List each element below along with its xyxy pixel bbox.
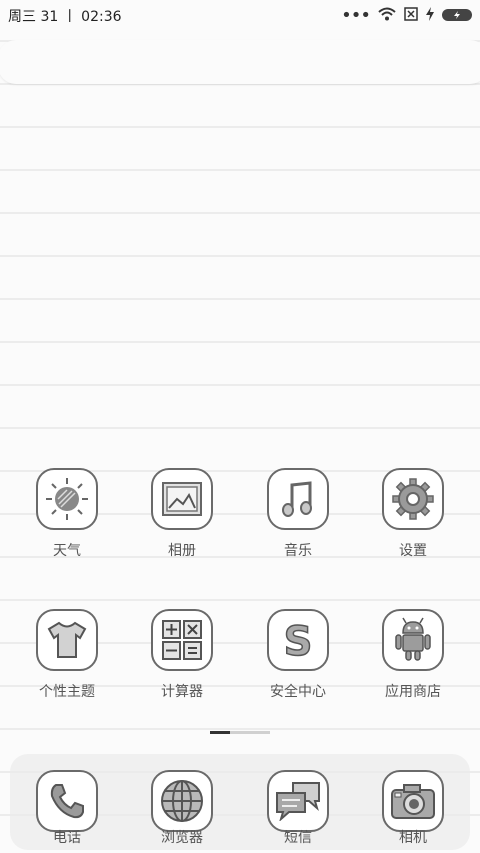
app-themes[interactable]: 个性主题	[17, 609, 117, 701]
app-label: 浏览器	[161, 830, 203, 846]
app-label: 设置	[399, 543, 427, 559]
gallery-photo-icon	[151, 468, 213, 530]
battery-icon	[442, 6, 472, 25]
app-label: 电话	[53, 830, 81, 846]
status-datetime: 周三 31 丨 02:36	[8, 9, 122, 25]
phone-handset-icon	[36, 770, 98, 832]
status-bar: 周三 31 丨 02:36 •••	[0, 0, 480, 30]
dock: 电话 浏览器 短信 相机	[10, 754, 470, 850]
app-label: 相册	[168, 543, 196, 559]
no-sim-icon	[404, 6, 418, 25]
app-label: 天气	[53, 543, 81, 559]
dock-app-phone[interactable]: 电话	[17, 770, 117, 846]
weather-sun-icon	[36, 468, 98, 530]
dock-app-camera[interactable]: 相机	[363, 770, 463, 846]
status-icons: •••	[341, 6, 472, 25]
app-weather[interactable]: 天气	[17, 468, 117, 560]
search-widget[interactable]	[0, 40, 480, 84]
page-indicator	[210, 731, 270, 734]
more-dots-icon: •••	[341, 4, 371, 26]
page-indicator-active	[210, 731, 230, 734]
app-store[interactable]: 应用商店	[363, 609, 463, 701]
svg-text:S: S	[284, 619, 313, 662]
dock-app-browser[interactable]: 浏览器	[132, 770, 232, 846]
charging-bolt-icon	[426, 6, 434, 25]
music-note-icon	[267, 468, 329, 530]
app-settings[interactable]: 设置	[363, 468, 463, 560]
app-label: 计算器	[161, 684, 203, 700]
browser-globe-icon	[151, 770, 213, 832]
app-label: 安全中心	[270, 684, 326, 700]
wifi-icon	[378, 6, 396, 25]
settings-gear-icon	[382, 468, 444, 530]
app-music[interactable]: 音乐	[248, 468, 348, 560]
messages-bubbles-icon	[267, 770, 329, 832]
app-security-center[interactable]: S 安全中心	[248, 609, 348, 701]
camera-icon	[382, 770, 444, 832]
app-gallery[interactable]: 相册	[132, 468, 232, 560]
app-label: 音乐	[284, 543, 312, 559]
app-label: 应用商店	[385, 684, 441, 700]
theme-shirt-icon	[36, 609, 98, 671]
security-s-icon: S	[267, 609, 329, 671]
app-label: 短信	[284, 830, 312, 846]
calculator-icon	[151, 609, 213, 671]
app-calculator[interactable]: 计算器	[132, 609, 232, 701]
dock-app-messages[interactable]: 短信	[248, 770, 348, 846]
app-label: 相机	[399, 830, 427, 846]
app-label: 个性主题	[39, 684, 95, 700]
android-robot-icon	[382, 609, 444, 671]
